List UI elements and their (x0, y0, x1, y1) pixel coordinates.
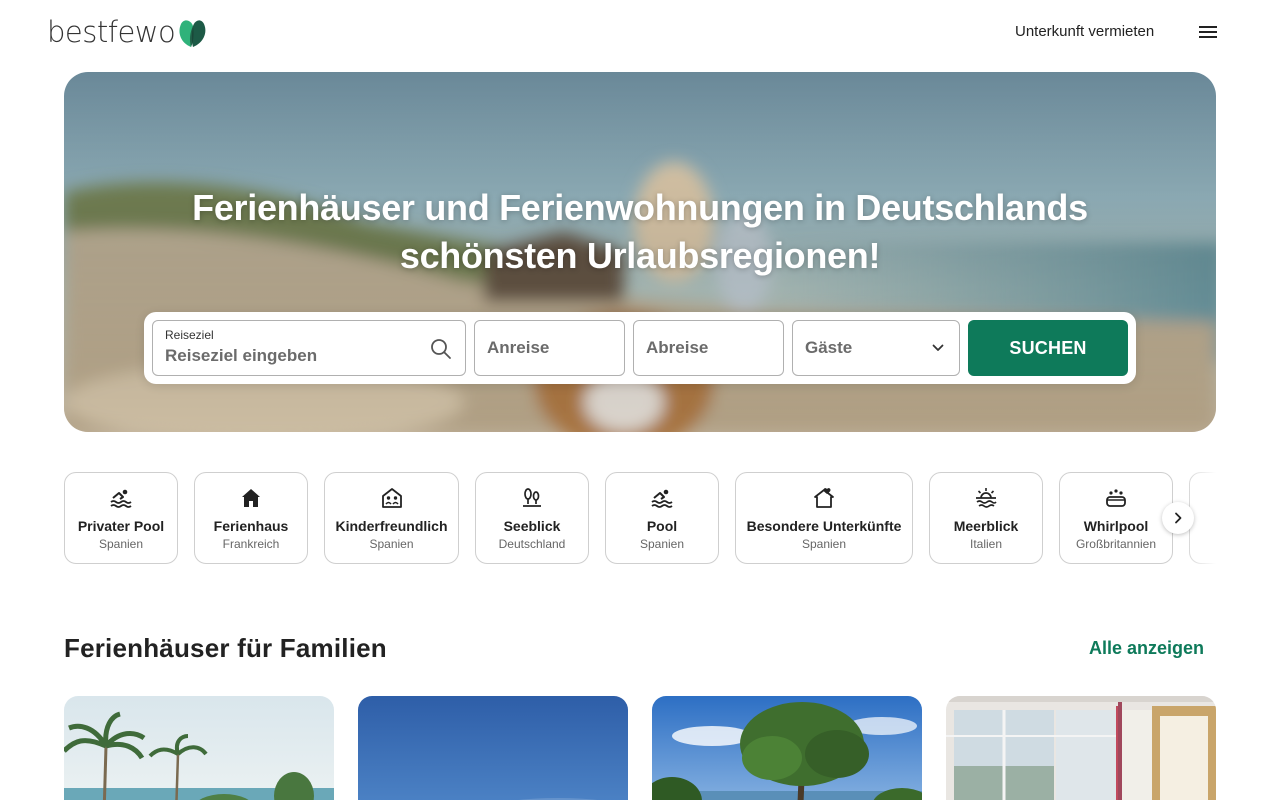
menu-button[interactable] (1196, 20, 1220, 44)
search-icon (431, 339, 451, 359)
destination-label: Reiseziel (165, 328, 214, 342)
destination-input[interactable]: Reiseziel eingeben (165, 346, 317, 366)
arrival-date-field[interactable]: Anreise (474, 320, 625, 376)
logo-text: bestfewo (47, 15, 176, 49)
category-holiday-house[interactable]: Ferienhaus Frankreich (194, 472, 308, 564)
logo[interactable]: bestfewo (47, 14, 209, 50)
listing-image (946, 696, 1216, 800)
category-sea-view[interactable]: Meerblick Italien (929, 472, 1043, 564)
destination-field[interactable]: Reiseziel Reiseziel eingeben (152, 320, 466, 376)
guests-placeholder: Gäste (805, 338, 853, 357)
hero-headline-line1: Ferienhäuser und Ferienwohnungen in Deut… (192, 187, 1088, 228)
guests-select[interactable]: Gäste (792, 320, 960, 376)
hero-headline-line2: schönsten Urlaubsregionen! (399, 235, 881, 276)
search-bar: Reiseziel Reiseziel eingeben Anreise Abr… (144, 312, 1136, 384)
category-private-pool[interactable]: Privater Pool Spanien (64, 472, 178, 564)
category-country: Spanien (98, 537, 144, 551)
listing-image (64, 696, 334, 800)
list-property-link[interactable]: Unterkunft vermieten (1015, 22, 1154, 42)
category-lake-view[interactable]: Seeblick Deutschland (475, 472, 589, 564)
pool-icon (110, 489, 132, 508)
search-button[interactable]: SUCHEN (968, 320, 1128, 376)
logo-leaf-icon (179, 20, 206, 47)
listing-card[interactable] (652, 696, 922, 800)
category-country: Deutschland (498, 537, 566, 551)
category-carousel: Privater Pool Spanien Ferienhaus Frankre… (64, 472, 1216, 564)
category-name: Besondere Unterkünfte (746, 518, 902, 534)
sea-view-icon (976, 488, 997, 508)
category-name: Ferienhaus (213, 518, 289, 534)
category-name: Meerblick (953, 518, 1019, 534)
site-header: bestfewo Unterkunft vermieten (0, 0, 1280, 64)
arrival-placeholder: Anreise (487, 338, 550, 357)
chevron-down-icon (932, 344, 944, 351)
pool-icon (651, 489, 673, 508)
show-all-link[interactable]: Alle anzeigen (1089, 637, 1204, 659)
category-name: Privater Pool (77, 518, 165, 534)
category-country: Spanien (801, 537, 847, 551)
listing-image (358, 696, 628, 800)
category-name: Whirlpool (1083, 518, 1149, 534)
hero-headline: Ferienhäuser und Ferienwohnungen in Deut… (64, 184, 1216, 280)
category-whirlpool[interactable]: Whirlpool Großbritannien (1059, 472, 1173, 564)
category-name: Pool (646, 518, 678, 534)
heart-house-icon (814, 488, 834, 508)
whirlpool-icon (1106, 489, 1126, 507)
category-special-accommodations[interactable]: Besondere Unterkünfte Spanien (735, 472, 913, 564)
category-country: Spanien (369, 537, 414, 551)
listing-image (652, 696, 922, 800)
lake-view-icon (523, 488, 541, 507)
departure-placeholder: Abreise (646, 338, 709, 357)
house-icon (242, 489, 260, 507)
departure-date-field[interactable]: Abreise (633, 320, 784, 376)
listing-card[interactable] (946, 696, 1216, 800)
carousel-next-button[interactable] (1162, 502, 1194, 534)
section-title: Ferienhäuser für Familien (64, 633, 387, 663)
family-icon (381, 488, 402, 508)
category-name: Seeblick (503, 518, 561, 534)
hamburger-icon (1199, 26, 1217, 38)
chevron-right-icon (1175, 512, 1182, 524)
category-country: Spanien (639, 537, 685, 551)
listing-card[interactable] (64, 696, 334, 800)
category-family-friendly[interactable]: Kinderfreundlich Spanien (324, 472, 459, 564)
listing-card[interactable] (358, 696, 628, 800)
category-pool[interactable]: Pool Spanien (605, 472, 719, 564)
category-country: Italien (969, 537, 1003, 551)
category-country: Frankreich (222, 537, 280, 551)
category-name: Kinderfreundlich (335, 518, 448, 534)
category-country: Großbritannien (1075, 537, 1157, 551)
